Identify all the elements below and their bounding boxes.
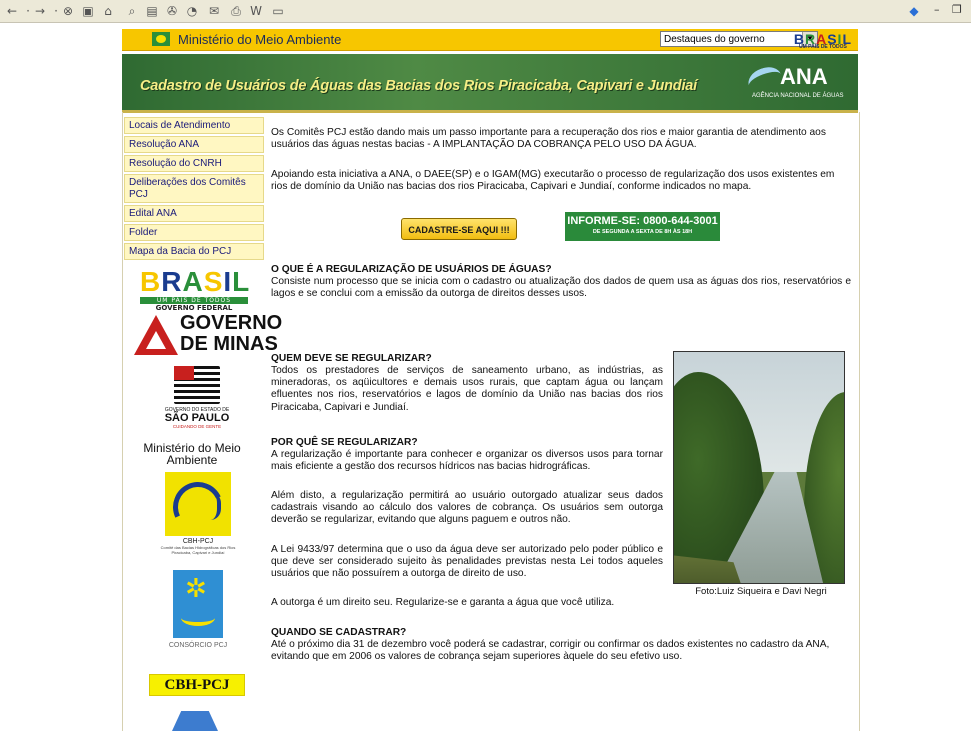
heading-what-is: O QUE É A REGULARIZAÇÃO DE USUÁRIOS DE Á… [271,264,552,275]
sidebar-nav: Locais de Atendimento Resolução ANA Reso… [124,117,264,262]
print-icon[interactable]: ⎙ [228,3,244,19]
intro-paragraph-2: Apoiando esta iniciativa a ANA, o DAEE(S… [271,169,835,193]
ministerio-meio-ambiente-logo[interactable]: Ministério do Meio Ambiente [140,442,244,468]
search-icon[interactable]: ⌕ [124,3,140,19]
sidebar-item-locais[interactable]: Locais de Atendimento [124,117,264,134]
cbh-pcj-badge[interactable]: CBH-PCJ [149,674,245,696]
sidebar-item-deliberacoes[interactable]: Deliberações dos Comitês PCJ [124,174,264,203]
cbh-pcj-logo[interactable]: CBH-PCJ Comitê das Bacias Hidrográficas … [160,472,236,566]
consorcio-pcj-logo[interactable]: ✲ CONSÓRCIO PCJ [162,570,234,654]
sidebar-item-edital[interactable]: Edital ANA [124,205,264,222]
sun-icon: ✲ [185,574,207,604]
wave-icon [181,610,215,626]
heading-why: POR QUÊ SE REGULARIZAR? [271,437,418,448]
government-bar: Ministério do Meio Ambiente Destaques do… [122,29,858,51]
paragraph-why: A regularização é importante para conhec… [271,449,663,473]
discuss-icon[interactable]: ▭ [270,3,286,19]
page-banner: Cadastro de Usuários de Águas das Bacias… [122,54,858,113]
favorites-icon[interactable]: ▤ [144,3,160,19]
sao-paulo-logo[interactable]: GOVERNO DO ESTADO DE SÃO PAULO CUIDANDO … [152,366,242,432]
sidebar-item-resolucao-ana[interactable]: Resolução ANA [124,136,264,153]
paragraph-what-is: Consiste num processo que se inicia com … [271,276,851,300]
mail-icon[interactable]: ✉ [206,3,222,19]
stop-icon[interactable]: ⊗ [60,3,76,19]
page-title: Cadastro de Usuários de Águas das Bacias… [140,78,697,94]
restore-icon[interactable]: ❐ [952,3,962,16]
governo-minas-logo[interactable]: GOVERNO DE MINAS [134,313,282,359]
brasil-logo[interactable]: BRASIL UM PAÍS DE TODOS [794,31,852,50]
history-icon[interactable]: ◔ [184,3,200,19]
sidebar-item-folder[interactable]: Folder [124,224,264,241]
cadastre-button[interactable]: CADASTRE-SE AQUI !!! [401,218,517,240]
refresh-icon[interactable]: ▣ [80,3,96,19]
info-phone-banner[interactable]: INFORME-SE: 0800-644-3001 DE SEGUNDA A S… [565,212,720,241]
river-photo [673,351,845,584]
back-icon[interactable]: ← [4,3,20,19]
brazil-flag-icon [152,32,170,46]
cbh-emblem-icon [165,472,231,536]
select-value: Destaques do governo [664,34,765,45]
media-icon[interactable]: ✇ [164,3,180,19]
brasil-federal-logo[interactable]: BRASIL UM PAÍS DE TODOS GOVERNO FEDERAL [140,268,249,312]
windows-logo-icon: ◆ [909,4,919,18]
edit-icon[interactable]: W [248,3,264,19]
paragraph-also: Além disto, a regularização permitirá ao… [271,490,663,526]
paragraph-outorga: A outorga é um direito seu. Regularize-s… [271,597,615,608]
heading-when: QUANDO SE CADASTRAR? [271,627,407,638]
consorcio-emblem-icon: ✲ [173,570,223,638]
photo-caption: Foto:Luiz Siqueira e Davi Negri [695,586,827,597]
paragraph-who: Todos os prestadores de serviços de sane… [271,365,663,413]
paragraph-when: Até o próximo dia 31 de dezembro você po… [271,639,830,663]
intro-paragraph-1: Os Comitês PCJ estão dando mais um passo… [271,127,826,151]
browser-toolbar: ← · → · ⊗ ▣ ⌂ ⌕ ▤ ✇ ◔ ✉ ⎙ W ▭ ◆ – ❐ [0,0,971,23]
sidebar-item-resolucao-cnrh[interactable]: Resolução do CNRH [124,155,264,172]
forward-icon[interactable]: → [32,3,48,19]
ministry-link[interactable]: Ministério do Meio Ambiente [178,32,341,47]
paragraph-law: A Lei 9433/97 determina que o uso da águ… [271,544,663,580]
minimize-icon[interactable]: – [934,3,940,16]
sidebar-item-mapa[interactable]: Mapa da Bacia do PCJ [124,243,264,260]
heading-who: QUEM DEVE SE REGULARIZAR? [271,353,432,364]
home-icon[interactable]: ⌂ [100,3,116,19]
ana-logo[interactable]: ANA AGÊNCIA NACIONAL DE ÁGUAS [744,62,848,106]
sp-flag-icon [174,366,220,404]
